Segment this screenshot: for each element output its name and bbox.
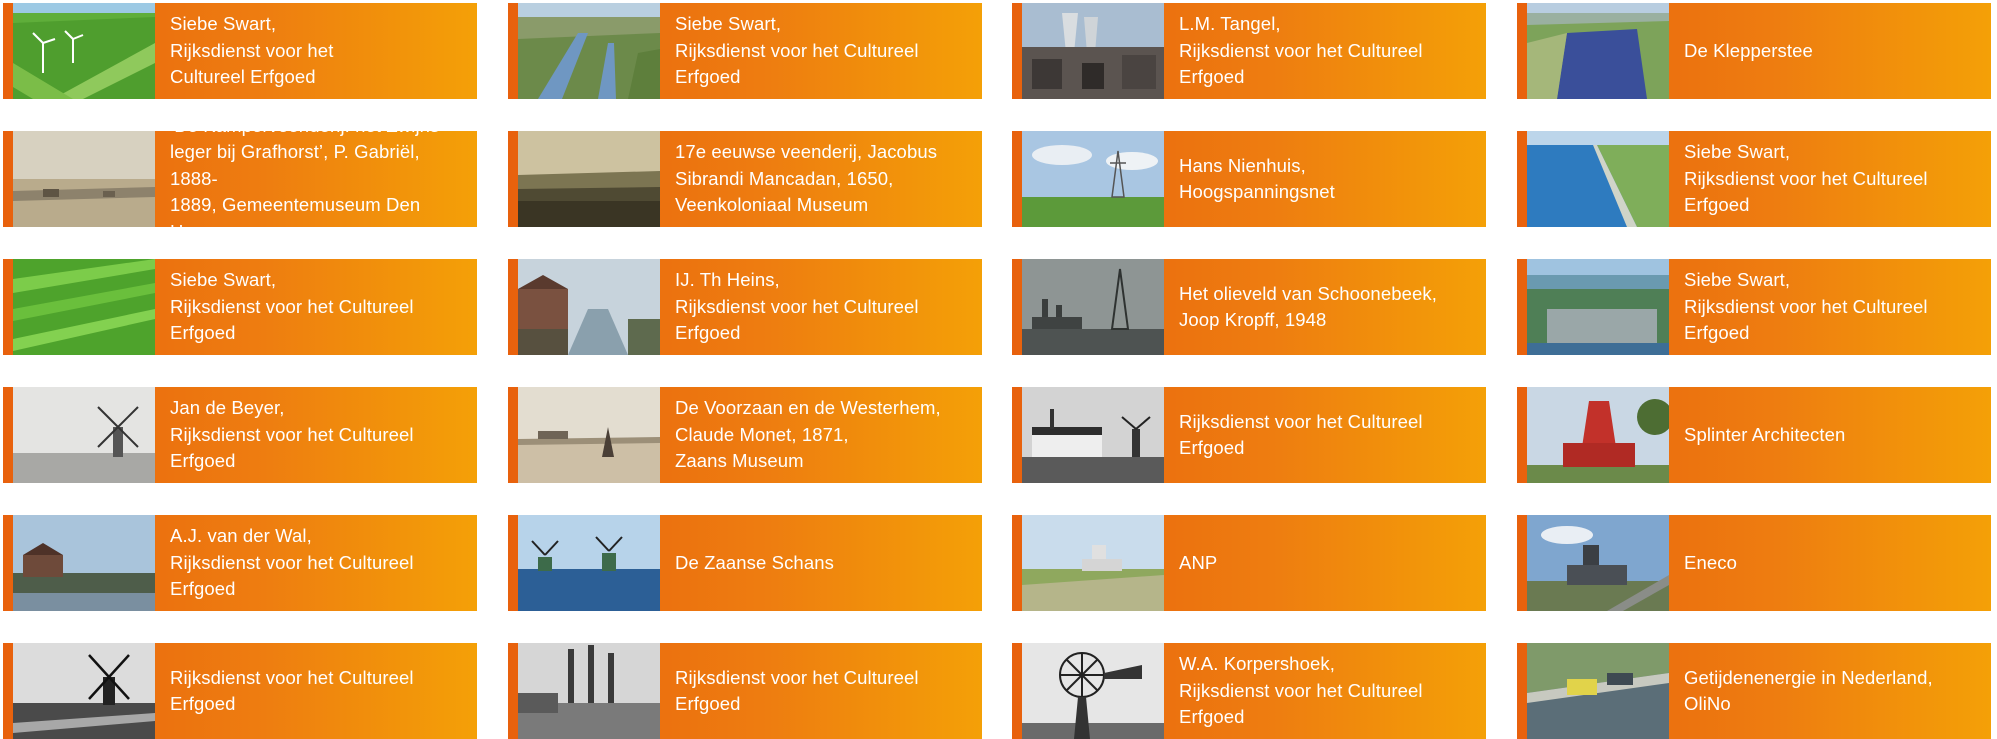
credit-card[interactable]: W.A. Korpershoek, Rijksdienst voor het C…	[1012, 643, 1486, 739]
credit-card[interactable]: Siebe Swart, Rijksdienst voor het Cultur…	[1517, 131, 1991, 227]
credit-caption: De Klepperstee	[1684, 39, 1813, 61]
credit-card[interactable]: IJ. Th Heins, Rijksdienst voor het Cultu…	[508, 259, 982, 355]
credit-card[interactable]: Siebe Swart, Rijksdienst voor het Cultur…	[508, 3, 982, 99]
painting-peat-thumbnail	[13, 131, 155, 227]
oil-derrick-thumbnail	[1022, 259, 1164, 355]
windmills-polder-thumbnail	[13, 3, 155, 99]
credit-caption: W.A. Korpershoek, Rijksdienst voor het C…	[1179, 653, 1423, 728]
credit-caption: Rijksdienst voor het Cultureel Erfgoed	[675, 666, 919, 715]
canal-village-thumbnail	[13, 515, 155, 611]
credit-caption: IJ. Th Heins, Rijksdienst voor het Cultu…	[675, 269, 919, 344]
drawing-windmill-thumbnail	[13, 387, 155, 483]
credit-card[interactable]: Splinter Architecten	[1517, 387, 1991, 483]
credit-card[interactable]: Hans Nienhuis, Hoogspanningsnet	[1012, 131, 1486, 227]
bw-windmills-thumbnail	[13, 643, 155, 739]
credit-caption: ‘De Kamperveenderij: het Zwijns- leger b…	[170, 131, 446, 227]
credit-card[interactable]: Siebe Swart, Rijksdienst voor het Cultur…	[1517, 259, 1991, 355]
credit-card[interactable]: ANP	[1012, 515, 1486, 611]
power-pylons-thumbnail	[1022, 131, 1164, 227]
credit-caption: Siebe Swart, Rijksdienst voor het Cultur…	[170, 269, 414, 344]
credit-caption: Eneco	[1684, 551, 1737, 573]
credit-caption: Siebe Swart, Rijksdienst voor het Cultur…	[1684, 269, 1928, 344]
credit-caption: ANP	[1179, 551, 1218, 573]
bw-wind-pump-thumbnail	[1022, 643, 1164, 739]
credit-caption: Siebe Swart, Rijksdienst voor het Cultur…	[675, 13, 919, 88]
credit-caption: Siebe Swart, Rijksdienst voor het Cultur…	[170, 13, 334, 88]
credit-card[interactable]: 17e eeuwse veenderij, Jacobus Sibrandi M…	[508, 131, 982, 227]
credit-caption: De Zaanse Schans	[675, 551, 834, 573]
zaanse-schans-thumbnail	[518, 515, 660, 611]
canal-landscape-thumbnail	[518, 3, 660, 99]
credit-caption: Hans Nienhuis, Hoogspanningsnet	[1179, 154, 1335, 203]
solar-field-thumbnail	[1527, 3, 1669, 99]
power-plant-ruins-thumbnail	[1022, 3, 1164, 99]
credit-caption: Getijdenenergie in Nederland, OliNo	[1684, 666, 1933, 715]
credit-caption: Splinter Architecten	[1684, 423, 1846, 445]
credit-caption: 17e eeuwse veenderij, Jacobus Sibrandi M…	[675, 141, 938, 216]
credit-card[interactable]: Jan de Beyer, Rijksdienst voor het Cultu…	[3, 387, 477, 483]
credit-card[interactable]: L.M. Tangel, Rijksdienst voor het Cultur…	[1012, 3, 1486, 99]
credit-card[interactable]: Getijdenenergie in Nederland, OliNo	[1517, 643, 1991, 739]
nuclear-plant-thumbnail	[1022, 515, 1164, 611]
image-credits-grid: Siebe Swart, Rijksdienst voor het Cultur…	[0, 0, 1997, 739]
credit-card[interactable]: Het olieveld van Schoonebeek, Joop Kropf…	[1012, 259, 1486, 355]
credit-caption: Jan de Beyer, Rijksdienst voor het Cultu…	[170, 397, 414, 472]
red-brick-tower-thumbnail	[1527, 387, 1669, 483]
bw-street-chimneys-thumbnail	[518, 643, 660, 739]
biomass-plant-thumbnail	[1527, 515, 1669, 611]
credit-card[interactable]: De Zaanse Schans	[508, 515, 982, 611]
painting-landscape-thumbnail	[518, 131, 660, 227]
canal-lock-thumbnail	[518, 259, 660, 355]
credit-caption: A.J. van der Wal, Rijksdienst voor het C…	[170, 525, 414, 600]
credit-caption: Het olieveld van Schoonebeek, Joop Kropf…	[1179, 282, 1437, 331]
credit-card[interactable]: De Klepperstee	[1517, 3, 1991, 99]
credit-card[interactable]: Siebe Swart, Rijksdienst voor het Cultur…	[3, 259, 477, 355]
credit-caption: Rijksdienst voor het Cultureel Erfgoed	[1179, 410, 1423, 459]
credit-caption: Rijksdienst voor het Cultureel Erfgoed	[170, 666, 414, 715]
credit-card[interactable]: Rijksdienst voor het Cultureel Erfgoed	[1012, 387, 1486, 483]
bw-factory-thumbnail	[1022, 387, 1164, 483]
green-fields-thumbnail	[13, 259, 155, 355]
credit-card[interactable]: Siebe Swart, Rijksdienst voor het Cultur…	[3, 3, 477, 99]
credit-caption: L.M. Tangel, Rijksdienst voor het Cultur…	[1179, 13, 1423, 88]
credit-caption: De Voorzaan en de Westerhem, Claude Mone…	[675, 397, 941, 472]
painting-monet-thumbnail	[518, 387, 660, 483]
credit-card[interactable]: A.J. van der Wal, Rijksdienst voor het C…	[3, 515, 477, 611]
credit-card[interactable]: Rijksdienst voor het Cultureel Erfgoed	[508, 643, 982, 739]
harbor-town-thumbnail	[1527, 259, 1669, 355]
credit-caption: Siebe Swart, Rijksdienst voor het Cultur…	[1684, 141, 1928, 216]
credit-card[interactable]: Eneco	[1517, 515, 1991, 611]
dike-sea-thumbnail	[1527, 131, 1669, 227]
credit-card[interactable]: ‘De Kamperveenderij: het Zwijns- leger b…	[3, 131, 477, 227]
credit-card[interactable]: Rijksdienst voor het Cultureel Erfgoed	[3, 643, 477, 739]
credit-card[interactable]: De Voorzaan en de Westerhem, Claude Mone…	[508, 387, 982, 483]
tidal-energy-thumbnail	[1527, 643, 1669, 739]
